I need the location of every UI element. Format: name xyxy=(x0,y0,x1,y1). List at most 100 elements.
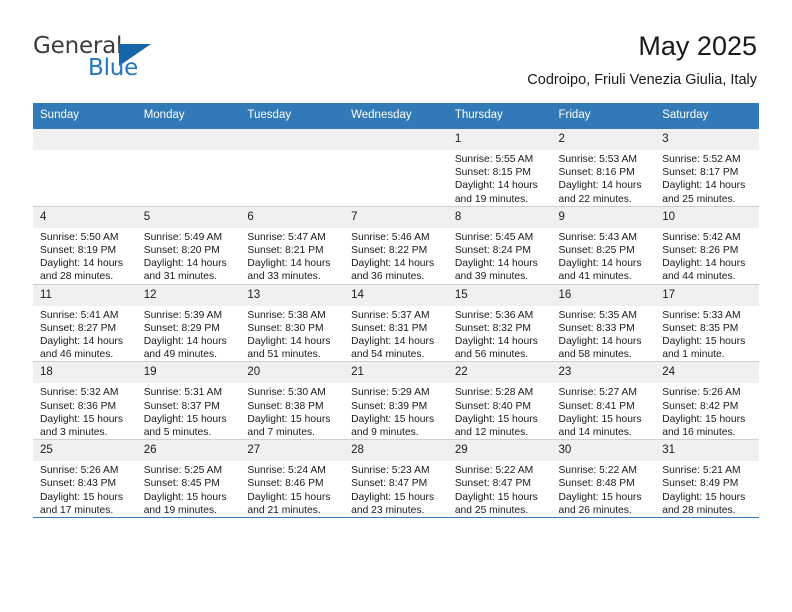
day-number: 1 xyxy=(447,129,552,150)
daylight-text-line2: and 49 minutes. xyxy=(143,349,217,361)
daylight-text-line1: Daylight: 14 hours xyxy=(662,258,746,270)
day-details: Sunrise: 5:52 AM Sunset: 8:17 PM Daylight:… xyxy=(655,150,759,206)
daylight-text-line1: Daylight: 15 hours xyxy=(143,413,227,425)
calendar-day-cell[interactable]: 9 Sunrise: 5:43 AM Sunset: 8:25 PM Daylight… xyxy=(551,205,656,285)
sunrise-text: Sunrise: 5:42 AM xyxy=(662,231,741,243)
calendar-day-cell[interactable]: 3 Sunrise: 5:52 AM Sunset: 8:17 PM Daylight… xyxy=(655,128,759,207)
daylight-text-line1: Daylight: 14 hours xyxy=(662,180,746,192)
calendar-week-row: 1 Sunrise: 5:55 AM Sunset: 8:15 PM Daylight… xyxy=(33,128,759,207)
sunset-text: Sunset: 8:35 PM xyxy=(662,322,739,334)
weekday-header-wednesday: Wednesday xyxy=(344,103,448,129)
day-number: 9 xyxy=(551,206,656,228)
daylight-text-line1: Daylight: 14 hours xyxy=(351,258,435,270)
day-details: Sunrise: 5:33 AM Sunset: 8:35 PM Daylight:… xyxy=(655,306,759,362)
calendar-day-cell[interactable]: 15 Sunrise: 5:36 AM Sunset: 8:32 PM Dayligh… xyxy=(447,283,552,363)
calendar-day-cell[interactable]: 14 Sunrise: 5:37 AM Sunset: 8:31 PM Dayligh… xyxy=(344,283,448,363)
sunset-text: Sunset: 8:36 PM xyxy=(40,400,117,412)
daylight-text-line2: and 5 minutes. xyxy=(143,427,212,439)
calendar-week-row: 18 Sunrise: 5:32 AM Sunset: 8:36 PM Dayligh… xyxy=(33,361,759,441)
calendar-day-cell[interactable]: 30 Sunrise: 5:22 AM Sunset: 8:48 PM Dayligh… xyxy=(551,439,656,519)
daylight-text-line2: and 23 minutes. xyxy=(351,504,425,516)
daylight-text-line1: Daylight: 14 hours xyxy=(454,258,538,270)
day-details: Sunrise: 5:37 AM Sunset: 8:31 PM Daylight:… xyxy=(344,306,448,362)
day-details: Sunrise: 5:24 AM Sunset: 8:46 PM Daylight:… xyxy=(240,461,344,517)
sunset-text: Sunset: 8:29 PM xyxy=(143,322,220,334)
calendar-day-cell[interactable]: 18 Sunrise: 5:32 AM Sunset: 8:36 PM Dayligh… xyxy=(33,361,137,441)
calendar-day-cell[interactable]: 17 Sunrise: 5:33 AM Sunset: 8:35 PM Dayligh… xyxy=(655,283,759,363)
day-number: 25 xyxy=(33,440,137,462)
sunrise-text: Sunrise: 5:25 AM xyxy=(143,465,223,477)
sunrise-text: Sunrise: 5:43 AM xyxy=(558,231,637,243)
calendar-day-cell[interactable]: 4 Sunrise: 5:50 AM Sunset: 8:19 PM Daylight… xyxy=(33,205,137,285)
calendar-day-cell[interactable]: 5 Sunrise: 5:49 AM Sunset: 8:20 PM Daylight… xyxy=(136,205,241,285)
daylight-text-line1: Daylight: 14 hours xyxy=(351,336,435,348)
daylight-text-line1: Daylight: 14 hours xyxy=(247,258,331,270)
calendar-cell-empty xyxy=(33,128,137,207)
general-blue-logo[interactable]: General Blue xyxy=(33,33,213,85)
page-header: General Blue May 2025 Codroipo, Friuli V… xyxy=(0,0,792,100)
calendar-day-cell[interactable]: 11 Sunrise: 5:41 AM Sunset: 8:27 PM Dayligh… xyxy=(33,283,137,363)
calendar-table: Sunday Monday Tuesday Wednesday Thursday… xyxy=(33,103,759,519)
calendar-day-cell[interactable]: 24 Sunrise: 5:26 AM Sunset: 8:42 PM Dayligh… xyxy=(655,361,759,441)
sunrise-text: Sunrise: 5:41 AM xyxy=(40,309,119,321)
daylight-text-line2: and 56 minutes. xyxy=(454,349,529,361)
calendar-day-cell[interactable]: 27 Sunrise: 5:24 AM Sunset: 8:46 PM Dayligh… xyxy=(240,439,345,519)
daylight-text-line2: and 19 minutes. xyxy=(454,193,529,205)
day-details: Sunrise: 5:49 AM Sunset: 8:20 PM Daylight:… xyxy=(137,228,241,284)
calendar-day-cell[interactable]: 25 Sunrise: 5:26 AM Sunset: 8:43 PM Dayligh… xyxy=(33,439,137,519)
calendar-day-cell[interactable]: 12 Sunrise: 5:39 AM Sunset: 8:29 PM Dayligh… xyxy=(136,283,241,363)
calendar-day-cell[interactable]: 7 Sunrise: 5:46 AM Sunset: 8:22 PM Daylight… xyxy=(344,205,448,285)
page-subtitle: Codroipo, Friuli Venezia Giulia, Italy xyxy=(527,72,757,88)
calendar-week-row: 11 Sunrise: 5:41 AM Sunset: 8:27 PM Dayligh… xyxy=(33,283,759,363)
title-block: May 2025 Codroipo, Friuli Venezia Giulia… xyxy=(527,30,757,89)
day-number: 24 xyxy=(655,362,759,384)
weekday-header-monday: Monday xyxy=(136,103,241,129)
day-number: 22 xyxy=(447,362,552,384)
daylight-text-line2: and 31 minutes. xyxy=(143,271,217,283)
day-number xyxy=(33,129,137,150)
calendar-day-cell[interactable]: 26 Sunrise: 5:25 AM Sunset: 8:45 PM Dayligh… xyxy=(136,439,241,519)
sunset-text: Sunset: 8:37 PM xyxy=(143,400,220,412)
day-details: Sunrise: 5:21 AM Sunset: 8:49 PM Daylight:… xyxy=(655,461,759,517)
calendar-day-cell[interactable]: 16 Sunrise: 5:35 AM Sunset: 8:33 PM Dayligh… xyxy=(551,283,656,363)
sunrise-text: Sunrise: 5:47 AM xyxy=(247,231,326,243)
daylight-text-line1: Daylight: 14 hours xyxy=(454,336,538,348)
day-number xyxy=(344,129,448,150)
daylight-text-line1: Daylight: 14 hours xyxy=(454,180,538,192)
calendar-day-cell[interactable]: 6 Sunrise: 5:47 AM Sunset: 8:21 PM Daylight… xyxy=(240,205,345,285)
calendar-day-cell[interactable]: 2 Sunrise: 5:53 AM Sunset: 8:16 PM Daylight… xyxy=(551,128,656,207)
calendar-day-cell[interactable]: 31 Sunrise: 5:21 AM Sunset: 8:49 PM Dayligh… xyxy=(655,439,759,519)
sunset-text: Sunset: 8:49 PM xyxy=(662,478,739,490)
sunset-text: Sunset: 8:22 PM xyxy=(351,245,428,257)
sunrise-text: Sunrise: 5:22 AM xyxy=(454,465,534,477)
daylight-text-line2: and 28 minutes. xyxy=(40,271,114,283)
sunrise-text: Sunrise: 5:38 AM xyxy=(247,309,326,321)
calendar-day-cell[interactable]: 10 Sunrise: 5:42 AM Sunset: 8:26 PM Dayligh… xyxy=(655,205,759,285)
calendar-day-cell[interactable]: 28 Sunrise: 5:23 AM Sunset: 8:47 PM Dayligh… xyxy=(344,439,448,519)
day-details: Sunrise: 5:42 AM Sunset: 8:26 PM Daylight:… xyxy=(655,228,759,284)
daylight-text-line1: Daylight: 15 hours xyxy=(351,413,435,425)
day-details: Sunrise: 5:53 AM Sunset: 8:16 PM Daylight:… xyxy=(552,150,656,206)
calendar-day-cell[interactable]: 13 Sunrise: 5:38 AM Sunset: 8:30 PM Dayligh… xyxy=(240,283,345,363)
daylight-text-line1: Daylight: 15 hours xyxy=(662,413,746,425)
sunrise-text: Sunrise: 5:31 AM xyxy=(143,387,223,399)
calendar-day-cell[interactable]: 23 Sunrise: 5:27 AM Sunset: 8:41 PM Dayligh… xyxy=(551,361,656,441)
sunset-text: Sunset: 8:15 PM xyxy=(454,167,531,179)
sunset-text: Sunset: 8:42 PM xyxy=(662,400,739,412)
daylight-text-line1: Daylight: 14 hours xyxy=(143,258,227,270)
day-details: Sunrise: 5:32 AM Sunset: 8:36 PM Daylight:… xyxy=(33,383,137,439)
calendar-day-cell[interactable]: 21 Sunrise: 5:29 AM Sunset: 8:39 PM Dayligh… xyxy=(344,361,448,441)
calendar-day-cell[interactable]: 22 Sunrise: 5:28 AM Sunset: 8:40 PM Dayligh… xyxy=(447,361,552,441)
calendar-day-cell[interactable]: 20 Sunrise: 5:30 AM Sunset: 8:38 PM Dayligh… xyxy=(240,361,345,441)
weekday-header-saturday: Saturday xyxy=(655,103,759,129)
day-number: 21 xyxy=(344,362,448,384)
sunset-text: Sunset: 8:33 PM xyxy=(558,322,635,334)
calendar-day-cell[interactable]: 19 Sunrise: 5:31 AM Sunset: 8:37 PM Dayligh… xyxy=(136,361,241,441)
calendar-day-cell[interactable]: 29 Sunrise: 5:22 AM Sunset: 8:47 PM Dayligh… xyxy=(447,439,552,519)
calendar-day-cell[interactable]: 1 Sunrise: 5:55 AM Sunset: 8:15 PM Daylight… xyxy=(447,128,552,207)
calendar-day-cell[interactable]: 8 Sunrise: 5:45 AM Sunset: 8:24 PM Daylight… xyxy=(447,205,552,285)
day-number: 6 xyxy=(240,206,345,228)
day-number: 27 xyxy=(240,440,345,462)
daylight-text-line1: Daylight: 15 hours xyxy=(558,413,642,425)
sunset-text: Sunset: 8:19 PM xyxy=(40,245,117,257)
